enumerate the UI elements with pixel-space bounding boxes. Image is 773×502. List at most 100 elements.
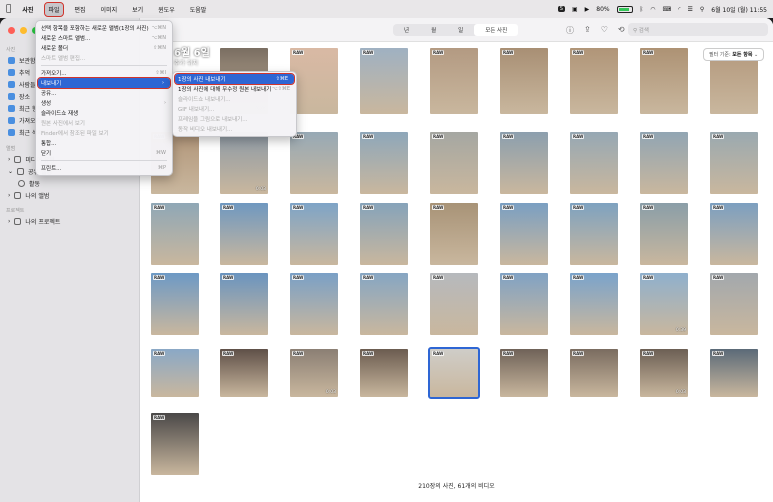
sidebar-item-people[interactable]: 사람들: [8, 80, 36, 89]
file-menu-item-13[interactable]: 닫기 ⌘W: [36, 148, 172, 158]
sidebar-item-library[interactable]: 보관함: [8, 56, 36, 65]
photo-thumbnail[interactable]: RAW: [360, 48, 408, 114]
photo-thumbnail[interactable]: RAW: [360, 132, 408, 194]
photo-thumbnail[interactable]: RAW: [290, 203, 338, 265]
menu-view[interactable]: 보기: [129, 3, 146, 16]
control-center-icon[interactable]: ☰: [687, 6, 692, 13]
photo-thumbnail[interactable]: RAW: [570, 132, 618, 194]
share-icon[interactable]: ⇪: [584, 25, 591, 36]
export-menu-item-1[interactable]: 1장의 사진에 대해 무수정 원본 내보내기 ⌥⇧⌘E: [173, 84, 296, 94]
photo-thumbnail[interactable]: RAW: [151, 413, 199, 475]
photo-thumbnail[interactable]: RAW: [430, 132, 478, 194]
sidebar-item-my-albums[interactable]: › 나의 앨범: [8, 191, 49, 200]
menu-edit[interactable]: 편집: [72, 3, 89, 16]
photo-thumbnail[interactable]: RAW: [220, 203, 268, 265]
photo-thumbnail[interactable]: RAW: [570, 203, 618, 265]
file-menu-item-1[interactable]: 새로운 스마트 앨범... ⌥⌘N: [36, 33, 172, 43]
file-menu-item-6[interactable]: 내보내기 ›: [37, 77, 171, 89]
file-menu-item-2[interactable]: 새로운 폴더 ⇧⌘N: [36, 43, 172, 53]
file-menu-item-5[interactable]: 가져오기... ⇧⌘I: [36, 68, 172, 78]
photo-thumbnail[interactable]: RAW: [151, 273, 199, 335]
file-menu-item-15[interactable]: 프린트... ⌘P: [36, 163, 172, 173]
photo-thumbnail[interactable]: RAW: [500, 48, 548, 114]
menu-file[interactable]: 파일: [44, 1, 64, 17]
photo-thumbnail[interactable]: RAW: [570, 349, 618, 397]
favorite-heart-icon[interactable]: ♡: [601, 25, 608, 36]
photo-thumbnail[interactable]: RAW: [290, 132, 338, 194]
photo-thumbnail[interactable]: RAW: [290, 273, 338, 335]
sidebar-item-memories[interactable]: 추억: [8, 68, 30, 77]
photo-thumbnail[interactable]: RAW: [640, 132, 688, 194]
photo-thumbnail[interactable]: RAW: [360, 203, 408, 265]
segment-days[interactable]: 일: [447, 24, 474, 36]
export-menu-item-label: 슬라이드쇼 내보내기...: [178, 97, 231, 103]
sidebar-item-activity[interactable]: 활동: [18, 179, 40, 188]
photo-thumbnail[interactable]: RAW: [500, 132, 548, 194]
file-menu-item-7[interactable]: 공유...: [36, 88, 172, 98]
date-subtitle[interactable]: 추가 위치: [174, 58, 198, 67]
photo-thumbnail[interactable]: RAW 0:39: [640, 273, 688, 335]
sidebar-item-my-projects[interactable]: › 나의 프로젝트: [8, 217, 60, 226]
photo-thumbnail[interactable]: RAW: [500, 273, 548, 335]
photo-thumbnail[interactable]: RAW: [430, 203, 478, 265]
photo-thumbnail[interactable]: RAW 0:03: [640, 349, 688, 397]
chevron-down-icon[interactable]: ⌄: [8, 168, 13, 175]
photo-thumbnail[interactable]: RAW: [570, 48, 618, 114]
segment-all-photos[interactable]: 모든 사진: [474, 24, 519, 36]
photo-thumbnail[interactable]: RAW: [500, 203, 548, 265]
status-s-badge[interactable]: S: [557, 6, 565, 12]
photo-thumbnail[interactable]: RAW: [360, 273, 408, 335]
photo-thumbnail[interactable]: RAW: [430, 48, 478, 114]
spotlight-icon[interactable]: ⚲: [700, 6, 704, 13]
battery-icon[interactable]: [616, 5, 633, 13]
menu-window[interactable]: 윈도우: [155, 3, 178, 16]
file-menu-item-12[interactable]: 통합...: [36, 138, 172, 148]
photo-thumbnail[interactable]: RAW: [640, 203, 688, 265]
segment-months[interactable]: 월: [420, 24, 447, 36]
keyboard-icon[interactable]: ⌨: [662, 6, 671, 13]
minimize-window-button[interactable]: [20, 27, 27, 34]
photo-thumbnail[interactable]: RAW: [430, 273, 478, 335]
photo-thumbnail[interactable]: RAW 0:03: [290, 349, 338, 397]
photo-thumbnail[interactable]: RAW: [220, 273, 268, 335]
photo-thumbnail[interactable]: RAW: [360, 349, 408, 397]
chevron-right-icon[interactable]: ›: [8, 156, 10, 163]
photo-thumbnail[interactable]: RAW: [151, 349, 199, 397]
screen-record-icon[interactable]: ▣: [572, 6, 578, 13]
photo-thumbnail[interactable]: RAW: [290, 48, 338, 114]
photo-thumbnail[interactable]: RAW: [710, 203, 758, 265]
segment-years[interactable]: 년: [393, 24, 420, 36]
photo-thumbnail[interactable]: RAW: [710, 349, 758, 397]
raw-badge: RAW: [712, 275, 725, 280]
export-menu-item-0[interactable]: 1장의 사진 내보내기 ⇧⌘E: [174, 73, 295, 85]
photo-thumbnail[interactable]: RAW: [151, 203, 199, 265]
photo-thumbnail[interactable]: RAW: [220, 349, 268, 397]
sidebar-item-places[interactable]: 장소: [8, 92, 30, 101]
file-menu-item-9[interactable]: 슬라이드쇼 재생: [36, 108, 172, 118]
rotate-icon[interactable]: ⟲: [618, 25, 625, 36]
search-input[interactable]: ⚲ 검색: [628, 23, 768, 36]
apple-icon[interactable]: : [6, 4, 11, 14]
filter-dropdown[interactable]: 필터 기준: 모든 항목 ⌄: [703, 48, 765, 61]
photo-thumbnail[interactable]: RAW: [710, 273, 758, 335]
chevron-right-icon[interactable]: ›: [8, 218, 10, 225]
file-menu-item-0[interactable]: 선택 항목을 포함하는 새로운 앨범(1장의 사진) ⌥⌘N: [36, 23, 172, 33]
photo-thumbnail[interactable]: RAW: [500, 349, 548, 397]
photo-thumbnail[interactable]: RAW: [640, 48, 688, 114]
photo-thumbnail[interactable]: 0:03: [220, 132, 268, 194]
file-menu-item-8[interactable]: 생성 ›: [36, 98, 172, 108]
bluetooth-icon[interactable]: ᛒ: [640, 6, 644, 13]
photo-thumbnail[interactable]: RAW: [570, 273, 618, 335]
clock[interactable]: 6월 10일 (월) 11:55: [711, 5, 767, 14]
menu-image[interactable]: 이미지: [98, 3, 121, 16]
headphones-icon[interactable]: ◠: [650, 6, 655, 13]
photo-thumbnail[interactable]: RAW: [710, 132, 758, 194]
info-icon[interactable]: ⓘ: [566, 25, 574, 36]
wifi-icon[interactable]: ◜: [678, 6, 680, 13]
menu-help[interactable]: 도움말: [187, 3, 210, 16]
menu-app-name[interactable]: 사진: [19, 3, 36, 16]
play-icon[interactable]: ▶: [585, 6, 590, 13]
chevron-right-icon[interactable]: ›: [8, 192, 10, 199]
photo-thumbnail[interactable]: RAW: [428, 347, 480, 399]
close-window-button[interactable]: [8, 27, 15, 34]
